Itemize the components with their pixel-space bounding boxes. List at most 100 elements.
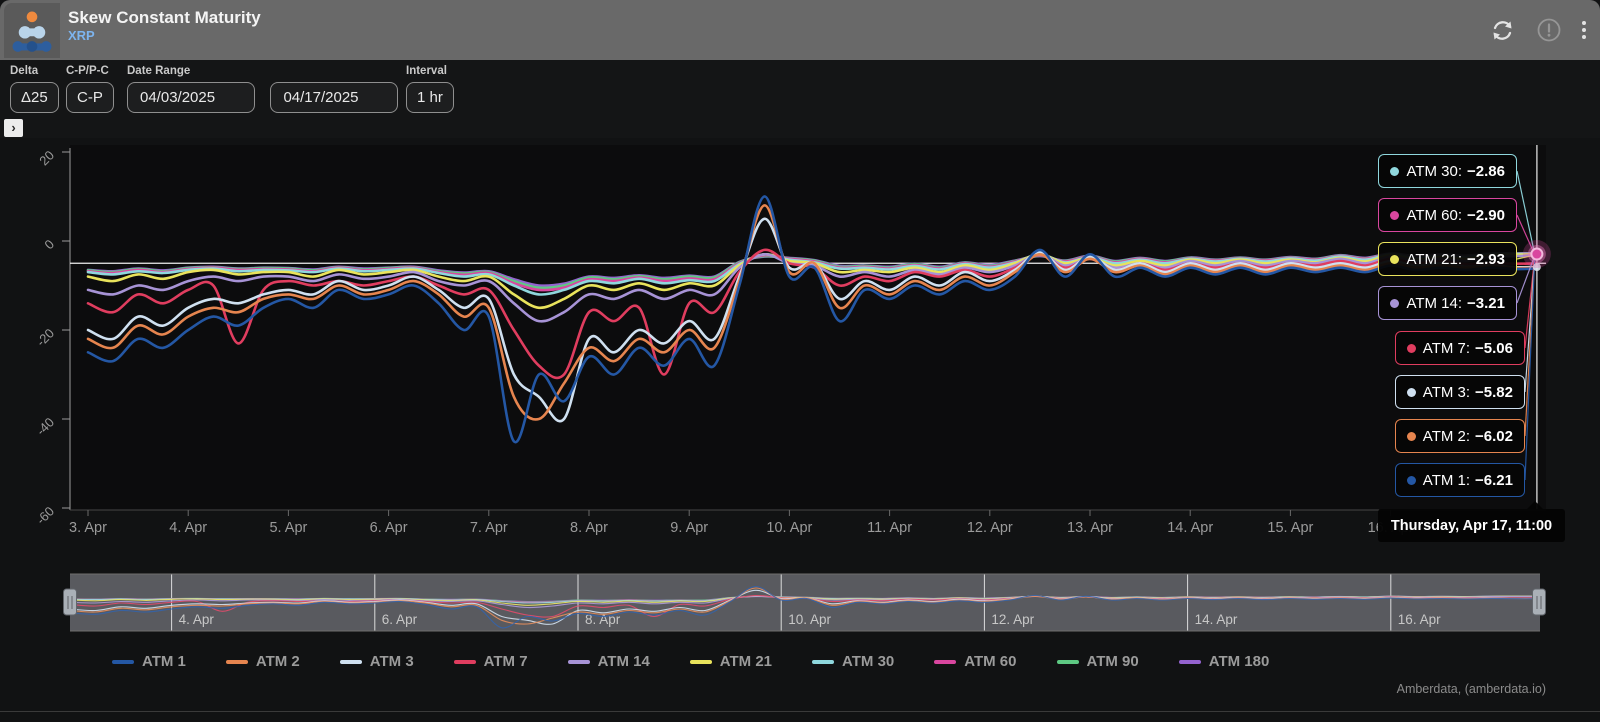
x-axis-label: 11. Apr	[867, 520, 912, 536]
navigator-label: 10. Apr	[788, 612, 831, 627]
legend-item-atm-2[interactable]: ATM 2	[226, 653, 300, 670]
plot-background	[70, 145, 1546, 510]
tooltip-label: ATM 7:	[1423, 340, 1470, 357]
legend-dash	[690, 660, 712, 664]
tooltip-atm-21: ATM 21: −2.93	[1378, 242, 1517, 276]
kebab-menu-icon[interactable]	[1582, 21, 1586, 39]
navigator-label: 14. Apr	[1195, 612, 1238, 627]
series-line-atm-7	[88, 250, 1537, 378]
tooltip-value: −2.90	[1467, 207, 1505, 224]
end-date-input[interactable]	[270, 82, 398, 113]
series-dot	[1407, 476, 1416, 485]
navigator-label: 12. Apr	[991, 612, 1034, 627]
navigator-series-atm-180	[70, 596, 1539, 601]
legend-label: ATM 30	[842, 653, 894, 670]
date-range-label: Date Range	[127, 65, 398, 77]
legend-label: ATM 90	[1087, 653, 1139, 670]
legend-item-atm-7[interactable]: ATM 7	[454, 653, 528, 670]
legend-dash	[112, 660, 134, 664]
date-range-control: Date Range	[127, 65, 398, 113]
legend-label: ATM 7	[484, 653, 528, 670]
series-line-atm-90	[88, 254, 1537, 288]
legend-item-atm-14[interactable]: ATM 14	[568, 653, 650, 670]
tooltip-connector	[1525, 255, 1535, 480]
navigator-series-atm-21	[70, 596, 1539, 605]
tooltip-value: −6.21	[1475, 472, 1513, 489]
series-line-atm-60	[88, 254, 1537, 290]
cp-pc-select[interactable]: C-P	[66, 82, 114, 113]
navigator-series-atm-30	[70, 596, 1539, 603]
refresh-icon[interactable]	[1489, 17, 1516, 44]
amberdata-logo-icon	[9, 8, 55, 54]
delta-label: Delta	[10, 65, 59, 77]
y-axis-label: -60	[33, 504, 57, 528]
hover-marker-secondary	[1533, 263, 1541, 271]
crosshair-date-tooltip: Thursday, Apr 17, 11:00	[1378, 509, 1565, 542]
y-axis-label: 0	[41, 237, 57, 253]
x-axis-label: 12. Apr	[967, 520, 1013, 536]
legend-dash	[568, 660, 590, 664]
legend-label: ATM 3	[370, 653, 414, 670]
start-date-input[interactable]	[127, 82, 255, 113]
tooltip-atm-1: ATM 1: −6.21	[1395, 463, 1525, 497]
series-line-atm-2	[88, 205, 1537, 419]
legend-item-atm-30[interactable]: ATM 30	[812, 653, 894, 670]
attribution: Amberdata, (amberdata.io)	[1397, 682, 1546, 696]
page-title: Skew Constant Maturity	[68, 7, 261, 28]
filter-bar: Delta Δ25 C-P/P-C C-P Date Range Interva…	[0, 60, 1600, 138]
cp-pc-control: C-P/P-C C-P	[66, 65, 114, 113]
navigator-series-atm-3	[70, 590, 1539, 624]
navigator-track[interactable]	[70, 574, 1540, 631]
series-dot	[1407, 388, 1416, 397]
legend-item-atm-3[interactable]: ATM 3	[340, 653, 414, 670]
hover-marker	[1531, 249, 1542, 260]
tooltip-value: −5.82	[1475, 384, 1513, 401]
tooltip-label: ATM 30:	[1406, 163, 1462, 180]
legend-item-atm-21[interactable]: ATM 21	[690, 653, 772, 670]
x-axis-label: 4. Apr	[169, 520, 207, 536]
tooltip-value: −2.93	[1467, 251, 1505, 268]
legend: ATM 1 ATM 2 ATM 3 ATM 7 ATM 14 ATM 21 AT…	[112, 653, 1269, 670]
legend-item-atm-1[interactable]: ATM 1	[112, 653, 186, 670]
x-axis-label: 13. Apr	[1067, 520, 1113, 536]
interval-select[interactable]: 1 hr	[406, 82, 454, 113]
info-icon[interactable]	[1536, 17, 1562, 43]
navigator-series-atm-60	[70, 596, 1539, 602]
navigator-label: 16. Apr	[1398, 612, 1441, 627]
legend-item-atm-60[interactable]: ATM 60	[934, 653, 1016, 670]
legend-item-atm-90[interactable]: ATM 90	[1057, 653, 1139, 670]
navigator-series-atm-90	[70, 596, 1539, 602]
interval-control: Interval 1 hr	[406, 65, 454, 113]
navigator-handle[interactable]	[64, 589, 77, 615]
navigator-label: 4. Apr	[179, 612, 215, 627]
y-axis-label: 20	[36, 148, 57, 169]
navigator-handle[interactable]	[1533, 589, 1546, 615]
legend-item-atm-180[interactable]: ATM 180	[1179, 653, 1270, 670]
series-line-atm-1	[88, 196, 1537, 442]
legend-label: ATM 14	[598, 653, 650, 670]
tooltip-label: ATM 3:	[1423, 384, 1470, 401]
legend-label: ATM 60	[964, 653, 1016, 670]
tooltip-connector	[1525, 255, 1535, 392]
tooltip-label: ATM 21:	[1406, 251, 1462, 268]
series-line-atm-30	[88, 254, 1537, 295]
navigator-series-atm-7	[70, 595, 1539, 617]
tooltip-atm-3: ATM 3: −5.82	[1395, 375, 1525, 409]
tooltip-connector	[1517, 171, 1535, 255]
x-axis-label: 8. Apr	[570, 520, 608, 536]
delta-select[interactable]: Δ25	[10, 82, 59, 113]
tooltip-connector	[1517, 255, 1535, 259]
navigator-series-atm-1	[70, 586, 1539, 627]
delta-control: Delta Δ25	[10, 65, 59, 113]
legend-dash	[226, 660, 248, 664]
cp-pc-label: C-P/P-C	[66, 65, 114, 77]
header-icons	[1489, 0, 1586, 60]
x-axis-label: 7. Apr	[470, 520, 508, 536]
tooltip-connector	[1517, 215, 1535, 255]
tooltip-connector	[1525, 255, 1535, 436]
y-axis-label: -40	[33, 415, 57, 439]
series-dot	[1390, 299, 1399, 308]
sidebar-expand-button[interactable]: ›	[4, 119, 23, 137]
tooltip-value: −3.21	[1467, 295, 1505, 312]
tooltip-atm-60: ATM 60: −2.90	[1378, 198, 1517, 232]
